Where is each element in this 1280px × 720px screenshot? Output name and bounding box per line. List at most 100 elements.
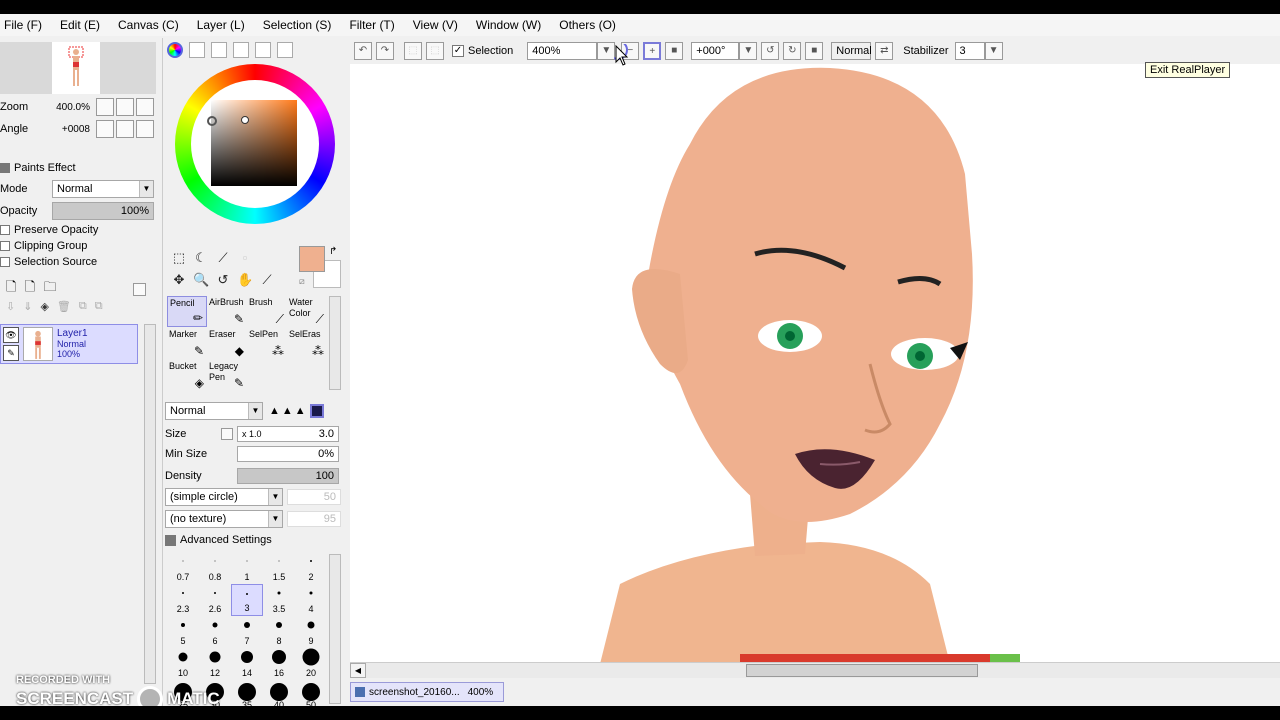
angle-select[interactable]: +000°	[691, 42, 740, 60]
transparent-color-icon[interactable]: ⧄	[299, 276, 305, 287]
zoom-dropdown-icon[interactable]: ▼	[597, 42, 616, 60]
color-wheel-tab-icon[interactable]	[167, 42, 183, 58]
min-size-slider[interactable]: 0%	[237, 446, 339, 462]
exit-realplayer-tooltip[interactable]: Exit RealPlayer	[1145, 62, 1231, 78]
zoom-tool-icon[interactable]: 🔍	[193, 272, 209, 288]
selection-visible-checkbox[interactable]: ✓	[452, 45, 464, 57]
tool-pencil[interactable]: Pencil ✏	[167, 296, 207, 327]
brush-size-cell[interactable]: 1.5	[263, 552, 295, 584]
edge-hard-icon[interactable]	[309, 404, 324, 418]
merge-down-icon[interactable]: ⇓	[23, 300, 32, 313]
scroll-thumb[interactable]	[746, 664, 978, 677]
brush-size-cell[interactable]: 2	[295, 552, 327, 584]
brush-size-cell[interactable]: 16	[263, 648, 295, 680]
density-slider[interactable]: 100	[237, 468, 339, 484]
magic-wand-icon[interactable]: ⟋	[215, 250, 231, 266]
rotate-reset-icon[interactable]	[136, 120, 154, 138]
document-tab[interactable]: screenshot_20160... 400%	[350, 682, 504, 702]
layer-item[interactable]: 👁 ✎ Layer1 Normal 100%	[0, 324, 138, 364]
menu-window[interactable]: Window (W)	[476, 18, 541, 32]
hsv-slider-tab-icon[interactable]	[211, 42, 227, 58]
tool-eraser[interactable]: Eraser ◆	[207, 328, 247, 359]
brush-size-cell[interactable]: 1	[231, 552, 263, 584]
menu-view[interactable]: View (V)	[413, 18, 458, 32]
merge-visible-icon[interactable]: ⧉	[79, 300, 87, 313]
invert-selection-icon[interactable]: ⬚	[426, 42, 444, 60]
brush-size-cell[interactable]: 40	[263, 680, 295, 706]
deselect-icon[interactable]: ⬚	[404, 42, 422, 60]
brush-size-cell[interactable]: 0.8	[199, 552, 231, 584]
layer-settings-icon[interactable]	[132, 282, 146, 296]
rotate-tool-icon[interactable]: ↺	[215, 272, 231, 288]
selection-source-row[interactable]: Selection Source	[0, 256, 97, 268]
zoom-in-icon[interactable]	[116, 98, 134, 116]
rotate-left-icon[interactable]	[96, 120, 114, 138]
stabilizer-select[interactable]: 3	[954, 42, 985, 60]
layer-list-scrollbar[interactable]	[144, 324, 156, 684]
tool-watercolor[interactable]: Water Color ⟋	[287, 296, 327, 327]
brush-size-cell[interactable]: 6	[199, 616, 231, 648]
flatten-icon[interactable]: ⧉	[95, 300, 103, 313]
size-field[interactable]: x 1.0 3.0	[237, 426, 339, 442]
layer-opacity-slider[interactable]: 100%	[52, 202, 154, 220]
clipping-group-row[interactable]: Clipping Group	[0, 240, 87, 252]
visibility-eye-icon[interactable]: 👁	[3, 327, 19, 343]
color-list-tab-icon[interactable]	[233, 42, 249, 58]
zoom-reset-button[interactable]: ■	[665, 42, 684, 60]
zoom-reset-icon[interactable]	[136, 98, 154, 116]
angle-value[interactable]: +0008	[30, 124, 90, 135]
new-vector-layer-icon[interactable]: 🗋	[25, 278, 35, 300]
brush-size-cell[interactable]: 4	[295, 584, 327, 616]
brush-size-cell[interactable]: 9	[295, 616, 327, 648]
swap-colors-icon[interactable]: ↱	[329, 246, 337, 257]
scratchpad-tab-icon[interactable]	[277, 42, 293, 58]
eyedropper-icon[interactable]: ⟋	[259, 272, 275, 288]
swatch-tab-icon[interactable]	[255, 42, 271, 58]
brush-size-cell[interactable]: 20	[295, 648, 327, 680]
edge-hardness-icons[interactable]: ▲▲▲	[269, 405, 308, 417]
brush-size-cell[interactable]: 3	[231, 584, 263, 616]
menu-file[interactable]: File (F)	[4, 18, 42, 32]
brush-size-scrollbar[interactable]	[329, 554, 341, 704]
tool-brush[interactable]: Brush ⟋	[247, 296, 287, 327]
undo-icon[interactable]: ↶	[354, 42, 372, 60]
brush-size-cell[interactable]: 0.7	[167, 552, 199, 584]
zoom-in-button[interactable]: +	[643, 42, 662, 60]
selection-source-checkbox[interactable]	[0, 257, 10, 267]
brush-size-cell[interactable]: 2.6	[199, 584, 231, 616]
brush-size-cell[interactable]: 2.3	[167, 584, 199, 616]
brush-size-cell[interactable]: 50	[295, 680, 327, 706]
stabilizer-dropdown-icon[interactable]: ▼	[984, 42, 1003, 60]
preserve-opacity-row[interactable]: Preserve Opacity	[0, 224, 98, 236]
saturation-value-box[interactable]	[211, 100, 297, 186]
zoom-value[interactable]: 400.0%	[30, 102, 90, 113]
brush-shape-select[interactable]: (simple circle) ▼	[165, 488, 283, 506]
transfer-down-icon[interactable]: ⇩	[6, 300, 15, 313]
zoom-select[interactable]: 400%	[527, 42, 598, 60]
tool-airbrush[interactable]: AirBrush ✎	[207, 296, 247, 327]
tool-marker[interactable]: Marker ✎	[167, 328, 207, 359]
move-icon[interactable]: ✥	[171, 272, 187, 288]
flip-view-icon[interactable]: ⇄	[875, 42, 894, 60]
rotate-ccw-button[interactable]: ↺	[761, 42, 780, 60]
hand-icon[interactable]: ✋	[237, 272, 253, 288]
apply-mask-icon[interactable]: ◈	[40, 300, 48, 313]
rotate-cw-button[interactable]: ↻	[783, 42, 802, 60]
brush-size-cell[interactable]: 7	[231, 616, 263, 648]
menu-canvas[interactable]: Canvas (C)	[118, 18, 179, 32]
menu-filter[interactable]: Filter (T)	[349, 18, 394, 32]
tool-legacy-pen[interactable]: Legacy Pen ✎	[207, 360, 247, 391]
lasso-icon[interactable]: ☾	[193, 250, 209, 266]
angle-dropdown-icon[interactable]: ▼	[739, 42, 758, 60]
menu-others[interactable]: Others (O)	[559, 18, 616, 32]
zoom-out-icon[interactable]	[96, 98, 114, 116]
advanced-settings-row[interactable]: Advanced Settings	[165, 534, 272, 546]
brush-texture-select[interactable]: (no texture) ▼	[165, 510, 283, 528]
layer-lock-pencil-icon[interactable]: ✎	[3, 345, 19, 361]
rotate-reset-button[interactable]: ■	[805, 42, 824, 60]
new-layer-icon[interactable]: 🗋	[6, 278, 16, 300]
view-blend-select[interactable]: Normal	[831, 42, 872, 60]
tool-selpen[interactable]: SelPen ⁂	[247, 328, 287, 359]
new-folder-icon[interactable]: 🗀	[43, 278, 56, 300]
foreground-color-swatch[interactable]	[299, 246, 325, 272]
